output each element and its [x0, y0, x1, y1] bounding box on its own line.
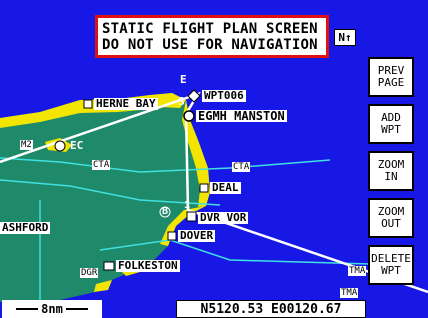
- compass-label-e: E: [180, 73, 187, 86]
- banner-line-2: DO NOT USE FOR NAVIGATION: [102, 36, 318, 53]
- warning-banner: STATIC FLIGHT PLAN SCREEN DO NOT USE FOR…: [95, 15, 329, 58]
- road-label-m2: M2: [20, 140, 33, 150]
- delete-wpt-button[interactable]: DELETE WPT: [368, 245, 414, 285]
- place-label-dover[interactable]: DOVER: [178, 230, 216, 242]
- vor-label-dvr[interactable]: DVR VOR: [198, 212, 249, 224]
- flight-plan-screen: E S WPT006 HERNE BAY EGMH MANSTON M2 EC …: [0, 0, 428, 318]
- airspace-label-cta: CTA: [232, 162, 251, 172]
- marker-label-1: 1: [184, 200, 191, 211]
- waypoint-marker: [167, 231, 177, 241]
- prev-page-button[interactable]: PREV PAGE: [368, 57, 414, 97]
- banner-line-1: STATIC FLIGHT PLAN SCREEN: [102, 20, 318, 37]
- marker-label-b: B: [162, 206, 169, 217]
- north-up-indicator[interactable]: N↑: [334, 29, 356, 46]
- place-label-ashford[interactable]: ASHFORD: [0, 222, 51, 234]
- place-label-herne-bay[interactable]: HERNE BAY: [94, 98, 158, 110]
- waypoint-label-wpt006[interactable]: WPT006: [202, 90, 246, 102]
- airfield-label-egmh[interactable]: EGMH MANSTON: [196, 110, 287, 122]
- zoom-out-button[interactable]: ZOOM OUT: [368, 198, 414, 238]
- waypoint-marker: [83, 99, 93, 109]
- scale-label: 8nm: [41, 302, 63, 316]
- scale-line-right: [65, 308, 88, 310]
- scale-bar: 8nm: [2, 300, 102, 318]
- waypoint-marker: [187, 89, 201, 103]
- airspace-label-cta: CTA: [92, 160, 111, 170]
- place-label-folkeston[interactable]: FOLKESTON: [116, 260, 180, 272]
- waypoint-marker: [54, 140, 66, 152]
- waypoint-label-dgr: DGR: [80, 268, 99, 278]
- scale-line-left: [16, 308, 39, 310]
- position-readout: N5120.53 E00120.67: [176, 300, 366, 318]
- zoom-in-button[interactable]: ZOOM IN: [368, 151, 414, 191]
- add-wpt-button[interactable]: ADD WPT: [368, 104, 414, 144]
- vor-marker: [186, 211, 197, 222]
- compass-label-s: S: [178, 95, 185, 108]
- airfield-marker: [183, 110, 195, 122]
- place-label-deal[interactable]: DEAL: [210, 182, 241, 194]
- airspace-label-tma: TMA: [348, 266, 367, 276]
- waypoint-label-ec[interactable]: EC: [68, 140, 85, 152]
- waypoint-marker: [199, 183, 209, 193]
- waypoint-marker: [103, 261, 115, 271]
- airspace-label-tma: TMA: [340, 288, 359, 298]
